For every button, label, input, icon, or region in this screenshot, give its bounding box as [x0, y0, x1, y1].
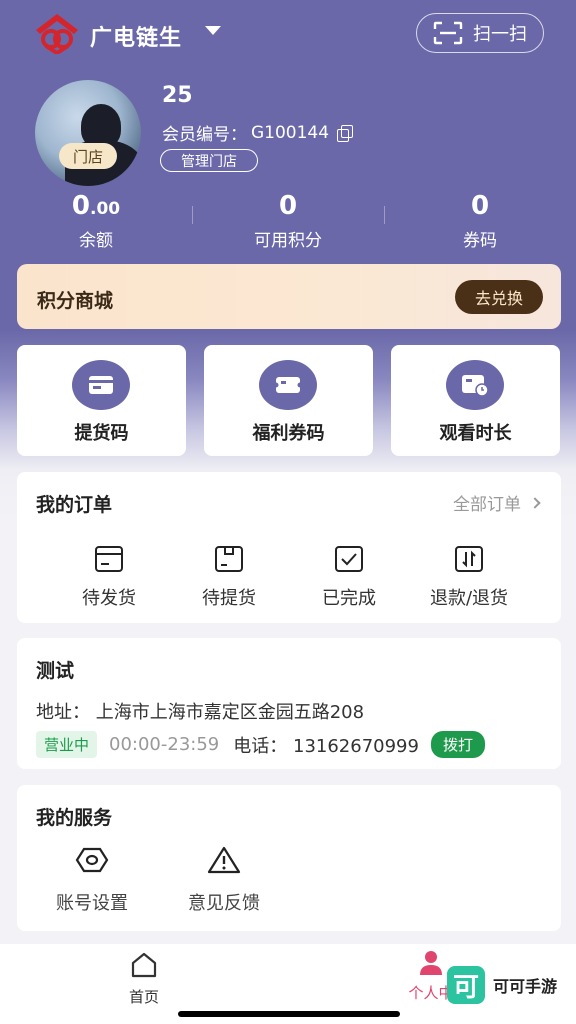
- service-label: 账号设置: [56, 893, 128, 914]
- stat-value: 0: [71, 191, 90, 221]
- member-label: 会员编号：: [162, 125, 247, 145]
- my-orders-card: 我的订单 全部订单 待发货 待提货 已完成 退款/退货: [17, 472, 561, 623]
- all-orders-label: 全部订单: [453, 495, 521, 515]
- home-indicator: [178, 1011, 400, 1017]
- service-feedback[interactable]: 意见反馈: [164, 845, 284, 915]
- top-header: 广电链生 扫一扫: [0, 0, 576, 66]
- settings-icon: [75, 847, 109, 873]
- stat-balance[interactable]: 0.00 余额: [0, 188, 192, 256]
- warning-icon: [207, 846, 241, 874]
- watermark-logo-icon: 可: [447, 966, 485, 1004]
- stat-coupons[interactable]: 0 券码: [384, 188, 576, 256]
- quick-action-pickup-code[interactable]: 提货码: [17, 345, 186, 456]
- brand-name[interactable]: 广电链生: [90, 20, 182, 52]
- shop-name: 测试: [36, 660, 75, 682]
- mall-title: 积分商城: [37, 290, 114, 312]
- shop-status-row: 营业中 00:00-23:59 电话： 13162670999 拨打: [36, 731, 485, 758]
- watermark-text: 可可手游: [493, 977, 558, 996]
- service-label: 意见反馈: [188, 893, 260, 914]
- services-title: 我的服务: [36, 807, 113, 829]
- avatar[interactable]: [35, 80, 141, 186]
- user-name: 25: [162, 83, 193, 108]
- store-tag: 门店: [59, 143, 117, 169]
- order-label: 退款/退货: [429, 588, 509, 609]
- stat-decimal: .00: [89, 199, 121, 219]
- home-icon: [131, 952, 157, 978]
- all-orders-link[interactable]: 全部订单: [453, 490, 541, 515]
- completed-icon: [335, 546, 363, 572]
- call-button[interactable]: 拨打: [430, 731, 485, 758]
- redeem-button[interactable]: 去兑换: [455, 280, 543, 314]
- tab-label: 首页: [128, 988, 159, 1006]
- service-account-settings[interactable]: 账号设置: [32, 845, 152, 915]
- quick-action-label: 福利券码: [252, 423, 325, 444]
- manage-store-button[interactable]: 管理门店: [160, 149, 258, 172]
- stat-value: 0: [470, 191, 490, 221]
- quick-action-coupon[interactable]: 福利券码: [204, 345, 373, 456]
- watermark: 可 可可手游: [447, 965, 571, 1005]
- scan-icon: [433, 21, 463, 45]
- copy-icon[interactable]: [337, 124, 354, 142]
- shop-card[interactable]: 测试 地址： 上海市上海市嘉定区金园五路208 营业中 00:00-23:59 …: [17, 638, 561, 769]
- refund-icon: [455, 546, 483, 572]
- stat-label: 券码: [463, 231, 497, 251]
- order-pending-ship[interactable]: 待发货: [49, 544, 169, 610]
- watch-time-icon: [446, 360, 504, 410]
- stat-value: 0: [278, 191, 298, 221]
- order-completed[interactable]: 已完成: [289, 544, 409, 610]
- scan-label: 扫一扫: [473, 24, 527, 45]
- quick-action-label: 观看时长: [439, 423, 512, 444]
- scan-button[interactable]: 扫一扫: [416, 13, 544, 53]
- pending-ship-icon: [95, 546, 123, 572]
- stat-points[interactable]: 0 可用积分: [192, 188, 384, 256]
- wallet-icon: [72, 360, 130, 410]
- brand-logo-icon: [36, 14, 78, 54]
- stat-label: 余额: [79, 231, 113, 251]
- person-icon: [420, 951, 442, 975]
- quick-action-watch-time[interactable]: 观看时长: [391, 345, 560, 456]
- stat-label: 可用积分: [254, 231, 322, 251]
- coupon-icon: [259, 360, 317, 410]
- my-services-card: 我的服务 账号设置 意见反馈: [17, 785, 561, 931]
- stats-row: 0.00 余额 0 可用积分 0 券码: [0, 188, 576, 256]
- chevron-down-icon[interactable]: [205, 26, 221, 35]
- member-id: G100144: [251, 122, 330, 143]
- shop-phone: 电话： 13162670999: [233, 735, 419, 757]
- order-label: 已完成: [322, 588, 376, 609]
- shop-address: 地址： 上海市上海市嘉定区金园五路208: [36, 702, 365, 723]
- points-mall-banner[interactable]: 积分商城 去兑换: [17, 264, 561, 329]
- order-pending-pickup[interactable]: 待提货: [169, 544, 289, 610]
- orders-title: 我的订单: [36, 494, 113, 516]
- order-label: 待提货: [202, 588, 256, 609]
- order-label: 待发货: [82, 588, 136, 609]
- quick-action-label: 提货码: [74, 423, 129, 444]
- pending-pickup-icon: [215, 546, 243, 572]
- order-refund[interactable]: 退款/退货: [409, 544, 529, 610]
- status-badge: 营业中: [36, 731, 98, 758]
- business-hours: 00:00-23:59: [109, 734, 220, 755]
- chevron-right-icon: [529, 496, 541, 509]
- tab-home[interactable]: 首页: [124, 950, 164, 1007]
- member-id-row: 会员编号： G100144: [162, 120, 354, 145]
